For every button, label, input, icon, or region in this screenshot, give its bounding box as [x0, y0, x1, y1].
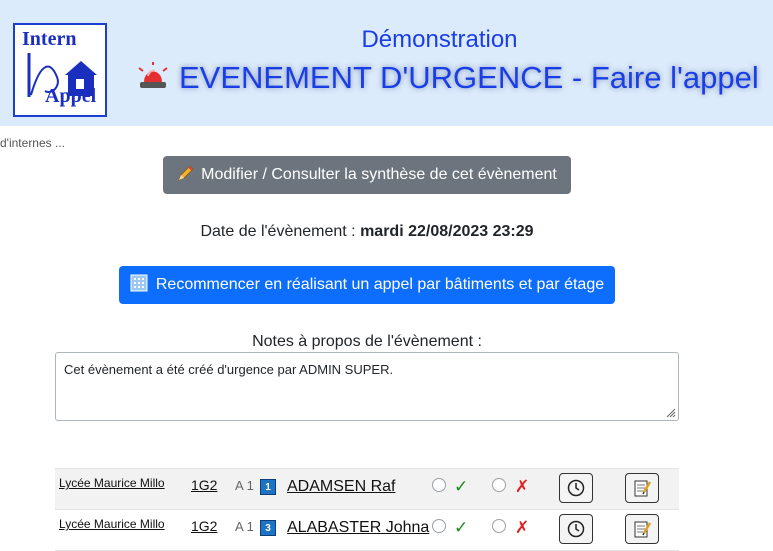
notepad-icon: [634, 521, 652, 538]
absent-radio[interactable]: [492, 519, 506, 533]
school-link[interactable]: Lycée Maurice Millo: [59, 476, 165, 490]
class-link[interactable]: 1G2: [191, 477, 217, 493]
check-icon: ✓: [454, 518, 469, 537]
restart-by-building-label: Recommencer en réalisant un appel par bâ…: [155, 276, 605, 293]
logo-text-bottom: Appel: [45, 85, 97, 107]
notepad-icon: [634, 480, 652, 497]
floor-badge: 3: [260, 520, 276, 536]
student-row: Lycée Maurice Millo 1G2 A 1 1 ADAMSEN Ra…: [55, 468, 679, 509]
page-title: EVENEMENT D'URGENCE - Faire l'appel: [137, 60, 767, 98]
clock-icon: [567, 520, 585, 538]
breadcrumb[interactable]: d'internes ...: [0, 136, 65, 150]
building-label: A 1: [235, 478, 254, 493]
resize-handle-icon[interactable]: [664, 406, 676, 418]
student-row: Lycée Maurice Millo 1G2 A 1 3 ALABASTER …: [55, 509, 679, 551]
page-title-text: EVENEMENT D'URGENCE - Faire l'appel: [179, 60, 759, 95]
logo-text-top: Intern: [22, 28, 77, 50]
late-button[interactable]: [559, 473, 593, 503]
floor-badge: 1: [260, 479, 276, 495]
restart-by-building-button[interactable]: Recommencer en réalisant un appel par bâ…: [119, 266, 615, 304]
event-date: Date de l'évènement : mardi 22/08/2023 2…: [0, 223, 734, 241]
absent-radio[interactable]: [492, 478, 506, 492]
event-date-value: mardi 22/08/2023 23:29: [360, 223, 534, 240]
present-radio[interactable]: [432, 478, 446, 492]
event-date-label: Date de l'évènement :: [200, 223, 356, 240]
clock-icon: [567, 479, 585, 497]
edit-event-label: Modifier / Consulter la synthèse de cet …: [201, 166, 557, 183]
demo-title: Démonstration: [361, 26, 518, 53]
student-name-link[interactable]: ADAMSEN Raf: [287, 478, 395, 496]
building-label: A 1: [235, 519, 254, 534]
student-name-link[interactable]: ALABASTER Johna: [287, 519, 429, 537]
class-link[interactable]: 1G2: [191, 518, 217, 534]
school-link[interactable]: Lycée Maurice Millo: [59, 517, 165, 531]
notes-text: Cet évènement a été créé d'urgence par A…: [64, 362, 394, 377]
pencil-icon: [177, 164, 195, 187]
check-icon: ✓: [454, 477, 469, 496]
note-button[interactable]: [625, 473, 659, 503]
app-logo[interactable]: Intern Appel: [13, 23, 107, 117]
notes-label: Notes à propos de l'évènement :: [252, 333, 482, 350]
building-icon: [130, 274, 148, 297]
page-header: Intern Appel Démonstration EVENEMENT D'U…: [0, 0, 773, 126]
note-button[interactable]: [625, 514, 659, 544]
cross-icon: ✗: [515, 518, 530, 537]
cross-icon: ✗: [515, 477, 530, 496]
notes-textarea[interactable]: Cet évènement a été créé d'urgence par A…: [55, 352, 679, 421]
edit-event-button[interactable]: Modifier / Consulter la synthèse de cet …: [163, 156, 571, 194]
siren-icon: [137, 61, 169, 98]
late-button[interactable]: [559, 514, 593, 544]
present-radio[interactable]: [432, 519, 446, 533]
